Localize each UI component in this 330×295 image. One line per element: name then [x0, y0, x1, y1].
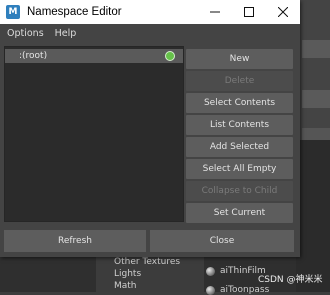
menu-help[interactable]: Help — [55, 28, 77, 39]
maximize-button[interactable] — [232, 0, 266, 24]
watermark: CSDN @神米米 — [258, 275, 323, 285]
category-lights[interactable]: Lights — [114, 269, 141, 279]
node-ai-toonpass[interactable]: aiToonpass — [206, 285, 269, 295]
background-outliner — [0, 256, 96, 292]
category-math[interactable]: Math — [114, 281, 137, 291]
category-other-textures[interactable]: Other Textures — [114, 257, 180, 267]
list-contents-button[interactable]: List Contents — [186, 115, 293, 135]
background-toolbar-strip — [302, 90, 330, 108]
namespace-editor-window: M Namespace Editor Options Help :(root) … — [0, 0, 300, 257]
background-viewport — [296, 140, 330, 292]
select-all-empty-button[interactable]: Select All Empty — [186, 159, 293, 179]
refresh-button[interactable]: Refresh — [4, 230, 146, 252]
close-icon — [278, 7, 288, 17]
shader-sphere-icon — [206, 266, 215, 276]
delete-button[interactable]: Delete — [186, 71, 293, 91]
maya-app-icon: M — [6, 5, 20, 19]
namespace-label: :(root) — [19, 51, 48, 61]
title-bar[interactable]: M Namespace Editor — [0, 0, 300, 24]
menu-options[interactable]: Options — [7, 28, 44, 39]
minimize-icon — [210, 11, 220, 13]
maximize-icon — [244, 7, 254, 17]
close-button[interactable]: Close — [150, 230, 294, 252]
shader-sphere-icon — [206, 285, 215, 295]
node-ai-thin-film[interactable]: aiThinFilm — [206, 266, 266, 276]
menu-bar: Options Help — [0, 24, 300, 42]
select-contents-button[interactable]: Select Contents — [186, 93, 293, 113]
current-namespace-indicator-icon — [165, 51, 175, 61]
window-title: Namespace Editor — [27, 6, 122, 18]
set-current-button[interactable]: Set Current — [186, 203, 293, 223]
background-toolbar-strip — [302, 40, 330, 58]
add-selected-button[interactable]: Add Selected — [186, 137, 293, 157]
namespace-item-root[interactable]: :(root) — [5, 49, 183, 63]
background-category-list: Other Textures Lights Math — [96, 254, 204, 292]
close-window-button[interactable] — [266, 0, 300, 24]
new-button[interactable]: New — [186, 49, 293, 69]
node-label: aiToonpass — [220, 285, 270, 295]
minimize-button[interactable] — [198, 0, 232, 24]
collapse-to-child-button[interactable]: Collapse to Child — [186, 181, 293, 201]
namespace-list[interactable]: :(root) — [4, 46, 184, 222]
